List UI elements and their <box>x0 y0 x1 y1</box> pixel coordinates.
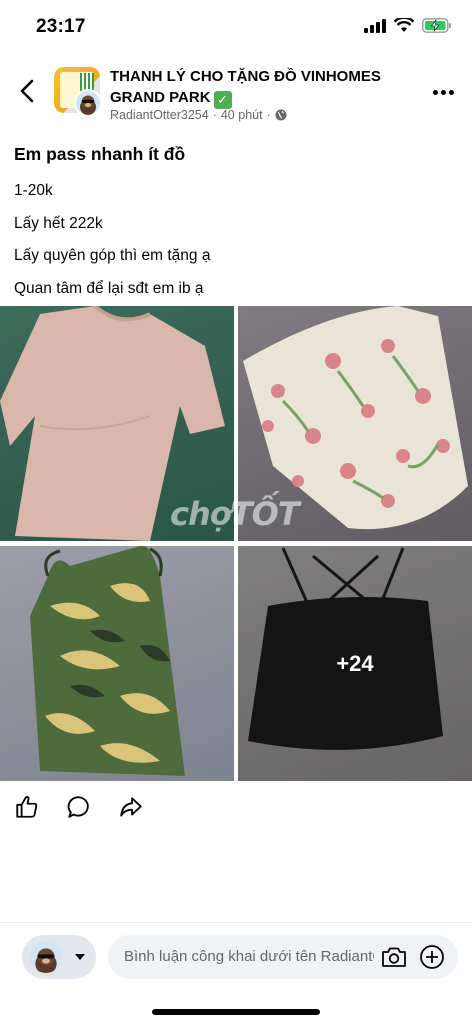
more-dot-icon <box>448 89 454 95</box>
post-time: 40 phút <box>220 108 263 122</box>
action-bar <box>12 792 146 822</box>
like-button[interactable] <box>12 792 42 822</box>
photo-camo-tank[interactable] <box>0 546 234 781</box>
post-line-contact: Quan tâm để lại sđt em ib ạ <box>14 280 204 297</box>
comment-bubble-icon <box>67 796 89 818</box>
chevron-left-icon <box>20 79 34 103</box>
author-avatar[interactable] <box>74 89 102 117</box>
camera-button[interactable] <box>380 943 408 971</box>
group-name[interactable]: THANH LÝ CHO TẶNG ĐỒ VINHOMES GRAND PARK… <box>110 66 410 109</box>
meta-separator-2: · <box>266 108 271 122</box>
comment-input[interactable]: Bình luận công khai dưới tên RadiantOtte… <box>108 935 458 979</box>
more-options-button[interactable] <box>428 80 458 104</box>
wifi-icon <box>394 18 414 32</box>
status-bar: 23:17 <box>0 0 472 56</box>
thumbs-up-icon <box>16 795 38 818</box>
share-arrow-icon <box>120 797 142 817</box>
back-button[interactable] <box>12 74 42 108</box>
post-line-bundle: Lấy hết 222k <box>14 215 103 232</box>
post-title: Em pass nhanh ít đồ <box>14 144 186 164</box>
add-attachment-button[interactable] <box>418 943 446 971</box>
composer-avatar <box>30 941 62 973</box>
more-dot-icon <box>432 89 438 95</box>
otter-avatar-icon <box>80 95 96 115</box>
check-mark-icon: ✓ <box>213 91 232 109</box>
post-header: THANH LÝ CHO TẶNG ĐỒ VINHOMES GRAND PARK… <box>0 62 472 124</box>
otter-avatar-icon <box>35 948 57 973</box>
home-indicator <box>152 1009 320 1015</box>
status-icons <box>364 18 452 33</box>
battery-charging-icon <box>422 18 451 33</box>
watermark: chợTỐT <box>170 495 300 533</box>
post-line-price: 1-20k <box>14 182 53 199</box>
status-time: 23:17 <box>36 16 86 37</box>
comment-placeholder: Bình luận công khai dưới tên RadiantOtte… <box>124 948 374 965</box>
account-switcher[interactable] <box>22 935 96 979</box>
more-photos-count: +24 <box>336 650 374 676</box>
more-dot-icon <box>440 89 446 95</box>
photo-black-camisole[interactable]: +24 <box>238 546 472 781</box>
comment-composer: Bình luận công khai dưới tên RadiantOtte… <box>0 922 472 1024</box>
camo-tank-image <box>30 546 185 776</box>
post-line-donate: Lấy quyên góp thì em tặng ạ <box>14 247 211 264</box>
comment-button[interactable] <box>64 792 94 822</box>
cellular-signal-icon <box>364 18 386 33</box>
author-name[interactable]: RadiantOtter3254 <box>110 108 209 122</box>
camera-icon <box>382 947 406 967</box>
meta-separator: · <box>212 108 217 122</box>
globe-icon <box>275 109 287 121</box>
post-meta: RadiantOtter3254 · 40 phút · <box>110 108 287 122</box>
more-photos-overlay[interactable]: +24 <box>238 546 472 781</box>
share-button[interactable] <box>116 792 146 822</box>
caret-down-icon <box>75 954 85 960</box>
plus-circle-icon <box>420 945 444 969</box>
group-name-text: THANH LÝ CHO TẶNG ĐỒ VINHOMES GRAND PARK <box>110 68 381 106</box>
